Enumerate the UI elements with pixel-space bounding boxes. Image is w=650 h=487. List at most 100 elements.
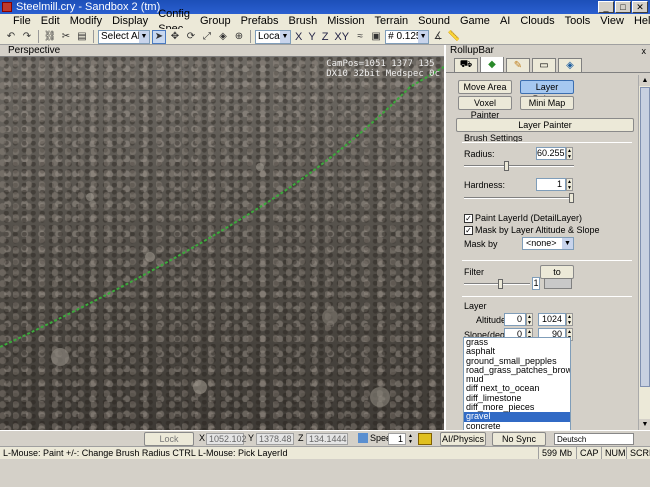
snap-icon[interactable]: ⊕ [232,30,246,44]
speed-field[interactable]: 1 [388,433,406,445]
radius-slider[interactable] [464,161,574,171]
filter-slider-knob[interactable] [498,279,503,289]
move-area-button[interactable]: Move Area [458,80,512,94]
menu-display[interactable]: Display [107,14,153,29]
menu-view[interactable]: View [595,14,629,29]
select-arrow-icon[interactable]: ➤ [152,29,166,44]
minimize-button[interactable]: _ [598,1,614,13]
filter-field[interactable]: 1 [532,277,540,290]
menu-brush[interactable]: Brush [283,14,322,29]
snap-to-objects-icon[interactable]: ▣ [369,30,383,44]
menu-file[interactable]: File [8,14,36,29]
lock-selection-button[interactable]: Lock Selection [144,432,194,456]
layer-painter-section[interactable]: Layer Painter [456,118,634,132]
z-coordinate-field[interactable]: 134.1444 [306,433,348,445]
link-icon[interactable]: ⛓ [43,30,57,44]
x-coordinate-field[interactable]: 1052.102 [206,433,247,445]
menu-edit[interactable]: Edit [36,14,65,29]
scale-icon[interactable]: ⤢ [200,30,214,44]
select-mode-combo[interactable]: Select All ▼ [98,29,150,44]
altitude-min-field[interactable]: 0 [504,313,526,326]
move-icon[interactable]: ✥ [168,30,182,44]
ai-physics-button[interactable]: AI/Physics [440,432,486,446]
filter-slider[interactable] [464,279,530,289]
menu-prefabs[interactable]: Prefabs [236,14,284,29]
mini-map-button[interactable]: Mini Map [520,96,574,110]
scrollbar-thumb[interactable] [640,87,650,387]
mask-by-combo[interactable]: <none> ▼ [522,237,574,250]
axis-z-button[interactable]: Z [320,31,331,43]
hardness-slider[interactable] [464,193,574,203]
close-button[interactable]: ✕ [632,1,648,13]
x-label: X [199,433,206,443]
unlink-icon[interactable]: ✂ [59,30,73,44]
lock-icon[interactable] [358,433,368,443]
scroll-up-icon[interactable]: ▲ [639,75,650,86]
mask-altitude-label: Mask by Layer Altitude & Slope [475,225,600,235]
tab-layers[interactable]: ◈ [558,58,582,72]
terrain-cube-icon: ◆ [488,59,496,70]
memory-indicator: 599 Mb [538,447,574,459]
undo-icon[interactable]: ↶ [4,30,18,44]
ruler-icon[interactable]: 📏 [447,30,461,44]
menu-sound[interactable]: Sound [413,14,455,29]
menu-clouds[interactable]: Clouds [515,14,559,29]
coord-system-combo[interactable]: Local ▼ [255,29,291,44]
redo-icon[interactable]: ↷ [20,30,34,44]
altitude-max-spinner[interactable]: ▲ ▼ [566,313,573,326]
angle-snap-icon[interactable]: ∡ [431,30,445,44]
main-toolbar: ↶ ↷ ⛓ ✂ ▤ Select All ▼ ➤ ✥ ⟳ ⤢ ◈ ⊕ Local… [0,29,650,45]
hardness-label: Hardness: [464,180,506,190]
menu-group[interactable]: Group [195,14,236,29]
snap-grid-combo[interactable]: # 0.125 ▼ [385,29,430,44]
menu-modify[interactable]: Modify [65,14,107,29]
axis-xy-button[interactable]: XY [332,31,351,43]
layers-icon: ◈ [566,60,574,71]
rotate-icon[interactable]: ⟳ [184,30,198,44]
hardness-slider-knob[interactable] [569,193,574,203]
speed-spinner[interactable]: ▲ ▼ [408,433,415,445]
axis-x-button[interactable]: X [293,31,304,43]
no-sync-player-button[interactable]: No Sync Player [492,432,546,456]
paint-layerid-checkbox[interactable]: ✓ [464,214,473,223]
language-indicator[interactable]: Deutsch (Deutschland) [554,433,634,455]
axis-y-button[interactable]: Y [306,31,317,43]
menu-game[interactable]: Game [455,14,495,29]
mask-by-label: Mask by [464,239,498,249]
scroll-down-icon[interactable]: ▼ [639,419,650,430]
radius-slider-knob[interactable] [504,161,509,171]
game-mode-icon[interactable] [418,433,432,445]
altitude-min-spinner[interactable]: ▲ ▼ [526,313,533,326]
layer-icon[interactable]: ▤ [75,30,89,44]
menu-terrain[interactable]: Terrain [370,14,414,29]
voxel-painter-button[interactable]: Voxel Painter [458,96,512,120]
perspective-viewport[interactable]: CamPos=1051 1377 135 DX10 32bit Medspec … [0,57,444,430]
menu-help[interactable]: Help [629,14,650,29]
chevron-down-icon: ▼ [418,30,429,43]
hardness-field[interactable]: 1 [536,178,566,191]
rollup-scrollbar[interactable]: ▲ ▼ [638,75,650,430]
y-coordinate-field[interactable]: 1378.48 [256,433,294,445]
rock [51,348,69,366]
tab-display[interactable]: ▭ [532,58,556,72]
tab-terrain[interactable]: ◆ [480,56,504,72]
radius-spinner[interactable]: ▲ ▼ [566,147,573,160]
terrain-select-icon[interactable]: ◈ [216,30,230,44]
altitude-max-field[interactable]: 1024 [538,313,566,326]
menu-ai[interactable]: AI [495,14,515,29]
radius-field[interactable]: 60.255 [536,147,566,160]
maximize-button[interactable]: □ [615,1,631,13]
tab-objects[interactable]: ⛟ [454,58,478,72]
filter-label: Filter [464,267,484,277]
menu-tools[interactable]: Tools [560,14,596,29]
menu-mission[interactable]: Mission [322,14,369,29]
viewport-header[interactable]: Perspective [0,45,444,57]
filter-color-swatch[interactable] [544,278,572,289]
hardness-spinner[interactable]: ▲ ▼ [566,178,573,191]
to-layer-button[interactable]: to Layer [540,265,574,289]
mask-altitude-checkbox[interactable]: ✓ [464,226,473,235]
layer-painter-tool-button[interactable]: Layer Painter [520,80,574,104]
close-icon[interactable]: x [642,45,647,57]
tab-modeling[interactable]: ✎ [506,58,530,72]
terrain-follow-icon[interactable]: ≈ [353,30,367,44]
